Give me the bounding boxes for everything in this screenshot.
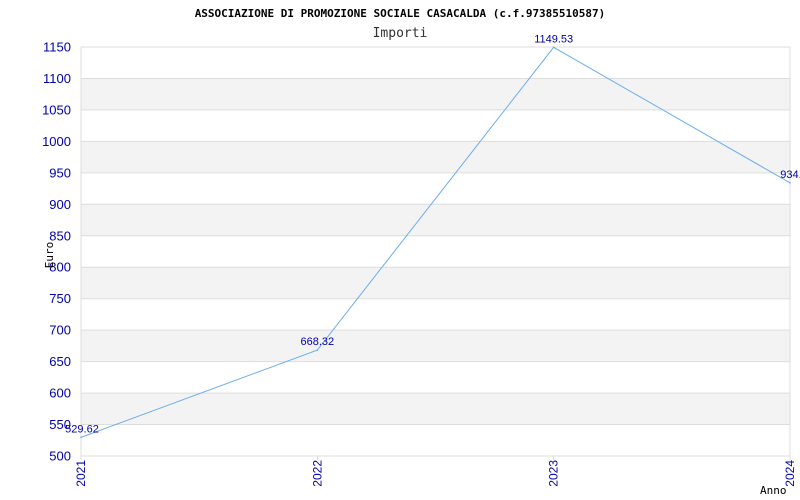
line-chart: ASSOCIAZIONE DI PROMOZIONE SOCIALE CASAC…	[42, 7, 800, 497]
x-tick-label: 2024	[783, 460, 797, 487]
y-tick-label: 1050	[42, 102, 71, 117]
data-label: 934.1	[780, 169, 800, 181]
y-tick-label: 500	[49, 449, 71, 464]
y-tick-label: 1100	[43, 71, 71, 86]
grid-band	[81, 204, 790, 236]
y-tick-label: 600	[49, 386, 71, 401]
data-point	[552, 46, 555, 49]
grid-band	[81, 267, 790, 299]
x-tick-label: 2021	[74, 460, 88, 487]
chart-title: ASSOCIAZIONE DI PROMOZIONE SOCIALE CASAC…	[195, 7, 606, 20]
data-point	[316, 349, 319, 351]
x-axis-label: Anno	[760, 484, 787, 497]
x-axis-ticks: 2021 2022 2023 2024	[74, 456, 797, 487]
y-tick-label: 950	[49, 165, 71, 180]
y-tick-label: 700	[49, 323, 71, 338]
y-tick-label: 900	[49, 197, 71, 212]
data-label: 529.62	[65, 423, 99, 435]
x-tick-label: 2023	[547, 460, 561, 487]
y-tick-label: 1150	[43, 40, 71, 55]
grid-bands	[81, 78, 790, 425]
grid-band	[81, 141, 790, 173]
y-axis-label: Euro	[43, 242, 56, 269]
y-tick-label: 750	[49, 291, 71, 306]
grid-band	[81, 78, 790, 110]
x-tick-label: 2022	[310, 460, 324, 487]
y-tick-label: 1000	[42, 134, 71, 149]
y-tick-label: 650	[49, 354, 71, 369]
data-label: 1149.53	[534, 33, 573, 45]
data-label: 668.32	[301, 336, 335, 348]
grid-band	[81, 330, 790, 362]
data-point	[789, 182, 791, 184]
data-point	[80, 436, 82, 439]
y-tick-label: 850	[49, 228, 71, 243]
chart-subtitle: Importi	[373, 26, 428, 41]
